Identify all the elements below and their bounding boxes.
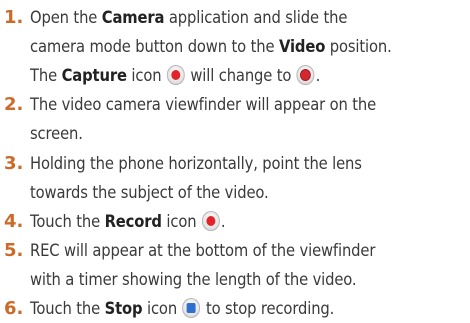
step-5-line-1: REC will appear at the bottom of the vie… [30,237,375,265]
text: . [315,66,321,85]
camera-app-name: Camera [101,8,165,27]
text: Holding the phone horizontally, point th… [30,154,362,173]
text: screen. [30,124,83,143]
step-5-line-2: with a timer showing the length of the v… [30,266,357,294]
step-1-line-2: camera mode button down to the Video pos… [30,33,392,61]
text: icon [126,66,166,85]
text: will change to [185,66,296,85]
text: with a timer showing the length of the v… [30,270,357,289]
instructions-document: 1. Open the Camera application and slide… [0,0,470,322]
step-number: 6. [4,298,24,319]
text: REC will appear at the bottom of the vie… [30,241,376,260]
text: Touch the [30,212,105,231]
stop-label: Stop [104,299,143,318]
text: Open the [30,8,102,27]
step-6-line-1: Touch the Stop icon to stop recording. [30,295,334,323]
text: icon [161,212,202,231]
text: The video camera viewfinder will appear … [30,95,377,114]
step-4-line-1: Touch the Record icon . [30,208,226,236]
step-1-line-3: The Capture icon will change to . [30,62,320,90]
capture-label: Capture [61,66,127,85]
video-capture-icon [296,65,315,85]
text: icon [142,299,182,318]
step-3-line-2: towards the subject of the video. [30,179,269,207]
text: application and slide the [164,8,348,27]
step-3-line-1: Holding the phone horizontally, point th… [30,150,362,178]
text: . [220,212,226,231]
stop-icon [182,298,201,318]
text: to stop recording. [201,299,335,318]
text: towards the subject of the video. [30,183,269,202]
step-number: 5. [4,240,24,261]
step-2-line-2: screen. [30,120,83,148]
text: Touch the [30,299,105,318]
text: The [30,66,62,85]
record-icon [201,211,220,231]
step-number: 3. [4,153,24,174]
step-2-line-1: The video camera viewfinder will appear … [30,91,376,119]
text: position. [325,37,392,56]
record-label: Record [104,212,162,231]
capture-icon [166,65,185,85]
step-number: 1. [4,7,24,28]
step-1-line-1: Open the Camera application and slide th… [30,4,347,32]
step-number: 4. [4,211,24,232]
text: camera mode button down to the [30,37,279,56]
step-number: 2. [4,94,24,115]
video-mode-name: Video [278,37,326,56]
